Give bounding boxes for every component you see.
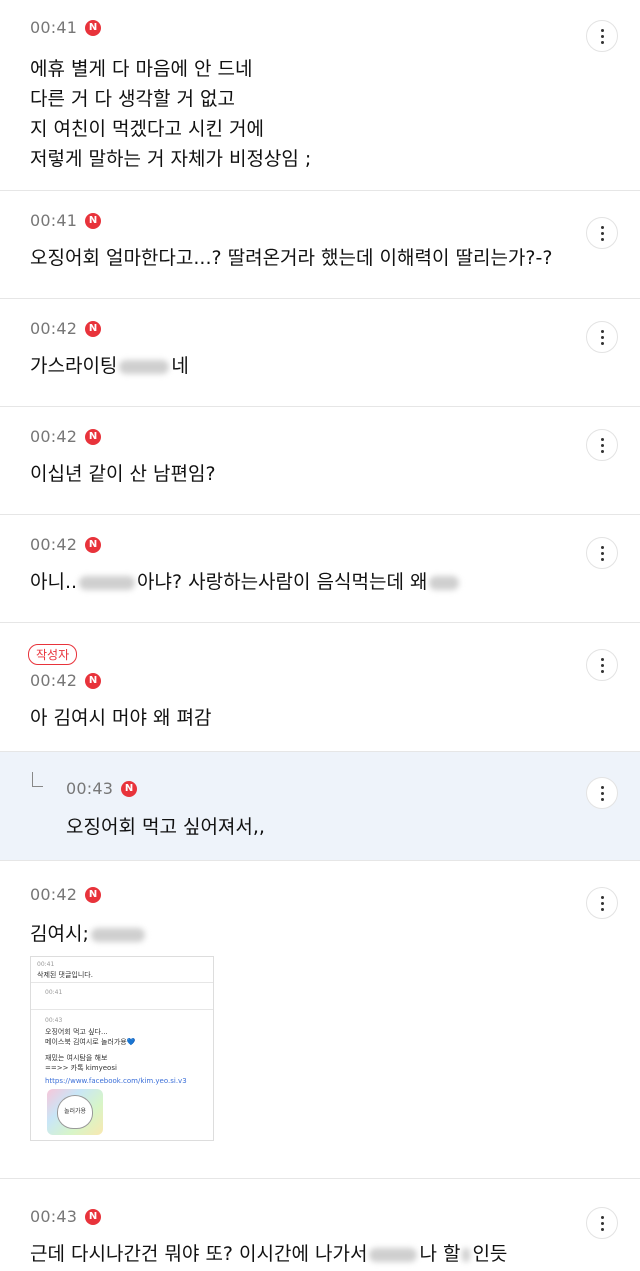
more-options-button[interactable] — [586, 537, 618, 569]
censor-blur — [90, 927, 145, 942]
more-options-button[interactable] — [586, 429, 618, 461]
comment-time: 00:43 — [66, 779, 114, 798]
comment-text: 이십년 같이 산 남편임? — [30, 463, 216, 485]
new-badge: N — [85, 320, 102, 337]
comment-text: 아니.. 아냐? 사랑하는사람이 음식먹는데 왜 — [30, 567, 461, 597]
comment-meta: 00:42 N — [30, 427, 102, 446]
comment-text: 오징어회 얼마한다고...? 딸려온거라 했는데 이해력이 딸리는가?-? — [30, 247, 553, 269]
censor-blur — [429, 575, 460, 590]
more-options-button[interactable] — [586, 649, 618, 681]
embed-line: 메이스북 김여시로 놀러가용💙 — [45, 1038, 136, 1046]
new-badge: N — [85, 672, 102, 689]
comment-text: 김여시; — [30, 919, 147, 949]
more-vertical-icon — [600, 28, 604, 44]
comment-item: 00:41 N 에휴 별게 다 마음에 안 드네 다른 거 다 생각할 거 없고… — [0, 0, 640, 191]
comment-meta: 00:42 N — [30, 671, 102, 690]
comment-text-part: 나 할 — [419, 1243, 461, 1265]
comment-meta: 00:43 N — [30, 1207, 102, 1226]
new-badge: N — [85, 19, 102, 36]
sticker-image: 놀러가용 — [47, 1089, 103, 1135]
censor-blur — [369, 1247, 418, 1262]
comment-text: 저렇게 말하는 거 자체가 비정상임 ; — [30, 148, 312, 170]
more-vertical-icon — [600, 895, 604, 911]
new-badge: N — [85, 536, 102, 553]
comment-time: 00:41 — [30, 211, 78, 230]
comment-meta: 00:42 N — [30, 319, 102, 338]
new-badge: N — [85, 428, 102, 445]
more-options-button[interactable] — [586, 217, 618, 249]
comment-item: 00:42 N 이십년 같이 산 남편임? — [0, 407, 640, 515]
embed-line: ==>> 카톡 kimyeosi — [45, 1064, 117, 1072]
comment-text: 에휴 별게 다 마음에 안 드네 — [30, 58, 253, 80]
comment-text: 오징어회 먹고 싶어져서,, — [66, 816, 265, 838]
author-badge: 작성자 — [28, 644, 78, 665]
more-vertical-icon — [600, 785, 604, 801]
comment-time: 00:42 — [30, 535, 78, 554]
embed-divider — [31, 982, 213, 983]
comment-time: 00:42 — [30, 671, 78, 690]
embed-link: https://www.facebook.com/kim.yeo.si.v3 — [45, 1077, 187, 1085]
comment-text-part: 가스라이팅 — [30, 355, 118, 377]
more-vertical-icon — [600, 329, 604, 345]
censor-blur — [462, 1247, 471, 1262]
comment-text-part: 인듯 — [472, 1243, 508, 1265]
more-options-button[interactable] — [586, 887, 618, 919]
comment-text: 가스라이팅 네 — [30, 351, 189, 381]
comment-meta: 00:41 N — [30, 18, 102, 37]
more-options-button[interactable] — [586, 1207, 618, 1239]
comment-meta: 00:43 N — [66, 779, 138, 798]
comment-item: 작성자 00:42 N 아 김여시 머야 왜 펴감 — [0, 623, 640, 752]
more-vertical-icon — [600, 545, 604, 561]
comment-text: 근데 다시나간건 뭐야 또? 이시간에 나가서 나 할 인듯 — [30, 1239, 507, 1269]
embed-divider — [31, 1009, 213, 1010]
comment-time: 00:43 — [30, 1207, 78, 1226]
comment-text-part: 아냐? 사랑하는사람이 음식먹는데 왜 — [137, 571, 428, 593]
more-vertical-icon — [600, 225, 604, 241]
comment-text-part: 근데 다시나간건 뭐야 또? 이시간에 나가서 — [30, 1243, 368, 1265]
new-badge: N — [85, 212, 102, 229]
comment-time: 00:42 — [30, 427, 78, 446]
comment-text-part: 김여시; — [30, 923, 89, 945]
comment-meta: 00:42 N — [30, 885, 102, 904]
censor-blur — [119, 359, 170, 374]
embed-deleted-text: 삭제된 댓글입니다. — [37, 971, 93, 979]
embed-time: 00:41 — [45, 989, 63, 996]
embed-time: 00:43 — [45, 1017, 63, 1024]
new-badge: N — [85, 886, 102, 903]
comment-item: 00:41 N 오징어회 얼마한다고...? 딸려온거라 했는데 이해력이 딸리… — [0, 191, 640, 299]
heart-icon: 놀러가용 — [57, 1095, 93, 1129]
comment-text: 아 김여시 머야 왜 펴감 — [30, 707, 212, 729]
comment-text: 다른 거 다 생각할 거 없고 — [30, 88, 235, 110]
comment-feed: 00:41 N 에휴 별게 다 마음에 안 드네 다른 거 다 생각할 거 없고… — [0, 0, 640, 1271]
more-options-button[interactable] — [586, 321, 618, 353]
embed-line: 재밌는 여시탐을 해보 — [45, 1054, 108, 1062]
comment-text-part: 아니.. — [30, 571, 78, 593]
comment-meta: 00:41 N — [30, 211, 102, 230]
comment-item: 00:42 N 아니.. 아냐? 사랑하는사람이 음식먹는데 왜 — [0, 515, 640, 623]
comment-meta: 00:42 N — [30, 535, 102, 554]
comment-time: 00:41 — [30, 18, 78, 37]
reply-arrow-icon — [32, 772, 43, 787]
comment-item: 00:42 N 가스라이팅 네 — [0, 299, 640, 407]
comment-text: 지 여친이 먹겠다고 시킨 거에 — [30, 118, 264, 140]
embed-line: 오징어회 먹고 싶다... — [45, 1028, 108, 1036]
comment-item: 00:43 N 근데 다시나간건 뭐야 또? 이시간에 나가서 나 할 인듯 — [0, 1179, 640, 1271]
censor-blur — [79, 575, 136, 590]
more-options-button[interactable] — [586, 20, 618, 52]
embed-time: 00:41 — [37, 961, 55, 968]
new-badge: N — [85, 1208, 102, 1225]
new-badge: N — [121, 780, 138, 797]
reply-item: 00:43 N 오징어회 먹고 싶어져서,, — [0, 752, 640, 861]
more-vertical-icon — [600, 437, 604, 453]
more-options-button[interactable] — [586, 777, 618, 809]
attached-screenshot[interactable]: 00:41 삭제된 댓글입니다. 00:41 00:43 오징어회 먹고 싶다.… — [30, 956, 214, 1141]
more-vertical-icon — [600, 1215, 604, 1231]
comment-time: 00:42 — [30, 319, 78, 338]
comment-item: 00:42 N 김여시; 00:41 삭제된 댓글입니다. 00:41 00:4… — [0, 861, 640, 1179]
more-vertical-icon — [600, 657, 604, 673]
comment-time: 00:42 — [30, 885, 78, 904]
comment-text-part: 네 — [171, 355, 189, 377]
